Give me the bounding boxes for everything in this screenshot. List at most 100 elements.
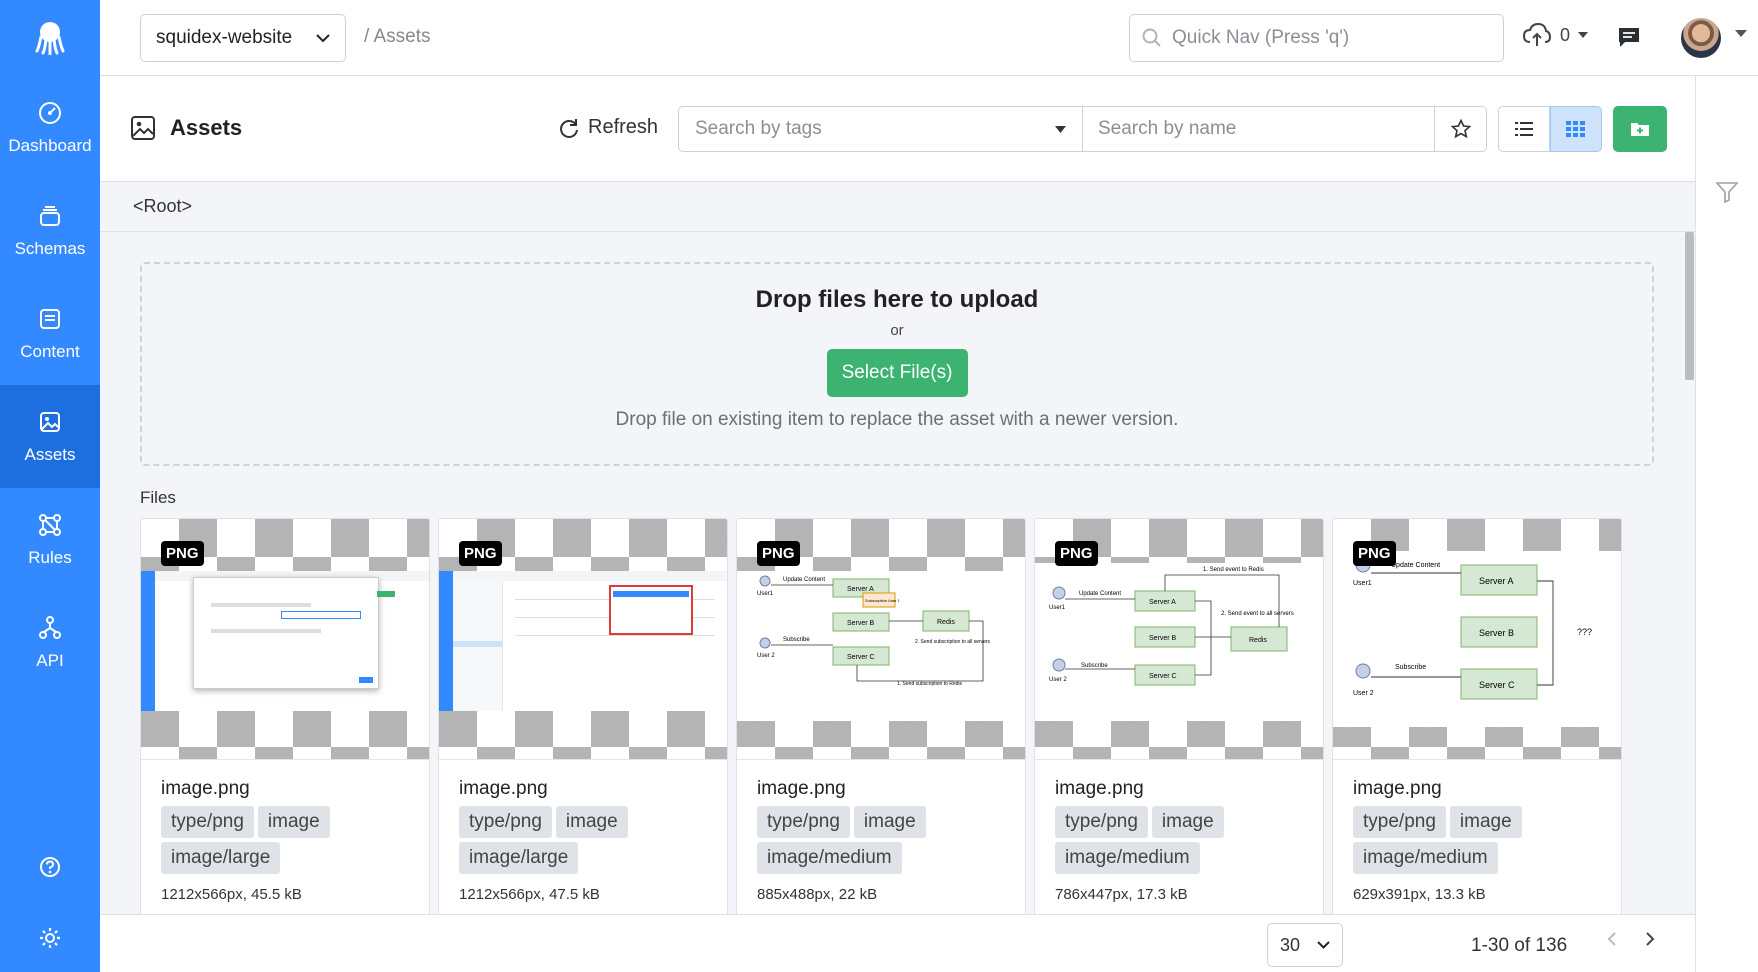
sidebar-item-label: Rules	[28, 547, 72, 567]
asset-meta: 629x391px, 13.3 kB	[1353, 886, 1486, 903]
refresh-button[interactable]: Refresh	[558, 116, 658, 139]
help-button[interactable]	[0, 856, 100, 878]
asset-tag: image/large	[459, 842, 579, 874]
settings-button[interactable]	[0, 926, 100, 950]
asset-file-name: image.png	[757, 778, 846, 799]
filter-button[interactable]	[1716, 181, 1738, 203]
asset-tags: type/png image image/large	[459, 806, 709, 874]
sidebar-item-content[interactable]: Content	[0, 282, 100, 385]
api-icon	[39, 615, 61, 639]
asset-card[interactable]: PNG image.png type/png image image/large…	[140, 518, 430, 914]
svg-text:Server C: Server C	[847, 654, 875, 661]
caret-down-icon	[1578, 32, 1589, 38]
dropzone-title: Drop files here to upload	[755, 286, 1039, 313]
asset-meta: 885x488px, 22 kB	[757, 886, 878, 903]
asset-thumbnail[interactable]: 1. Send event to Redis User1 Update Cont…	[1035, 519, 1323, 760]
asset-thumbnail[interactable]: User1 Update Content Server A Subscripti…	[737, 519, 1025, 760]
sidebar-item-api[interactable]: API	[0, 591, 100, 694]
svg-text:User1: User1	[1353, 580, 1372, 587]
svg-text:Subscribe: Subscribe	[783, 637, 810, 643]
asset-tag: type/png	[1055, 806, 1148, 838]
svg-text:Subscribe: Subscribe	[1081, 663, 1108, 669]
file-type-badge: PNG	[1353, 541, 1396, 566]
saved-queries-button[interactable]	[1435, 106, 1487, 152]
sidebar-item-label: Assets	[24, 444, 76, 464]
upload-status-button[interactable]: 0	[1522, 22, 1589, 48]
assets-icon	[40, 411, 60, 432]
caret-down-icon	[1055, 125, 1066, 133]
add-folder-button[interactable]	[1613, 106, 1667, 152]
svg-text:???: ???	[1577, 627, 1592, 637]
folder-plus-icon	[1631, 123, 1649, 136]
asset-tag: image/medium	[1353, 842, 1498, 874]
quick-nav-input[interactable]: Quick Nav (Press 'q')	[1129, 14, 1504, 62]
svg-text:Server B: Server B	[1149, 635, 1177, 642]
svg-text:User 2: User 2	[1353, 690, 1374, 697]
asset-meta: 1212x566px, 45.5 kB	[161, 886, 302, 903]
asset-card[interactable]: PNG image.png type/png image image/large…	[438, 518, 728, 914]
help-icon	[40, 857, 60, 877]
notifications-button[interactable]	[1617, 26, 1641, 48]
asset-card[interactable]: 1. Send event to Redis User1 Update Cont…	[1034, 518, 1324, 914]
sidebar-item-assets[interactable]: Assets	[0, 385, 100, 488]
app-name: squidex-website	[156, 27, 293, 48]
sidebar-item-label: API	[36, 650, 64, 670]
breadcrumb[interactable]: / Assets	[364, 26, 431, 48]
svg-text:Redis: Redis	[1249, 637, 1267, 644]
previous-page-button[interactable]	[1607, 931, 1617, 947]
svg-text:Update Content: Update Content	[1079, 591, 1121, 597]
grid-icon	[1566, 121, 1585, 137]
asset-tags: type/png image image/medium	[1055, 806, 1305, 874]
asset-card[interactable]: User1 Update Content Server A Server B ?…	[1332, 518, 1622, 914]
page-title: Assets	[130, 115, 242, 141]
content-icon	[40, 308, 60, 329]
avatar[interactable]	[1681, 18, 1721, 58]
diagram-preview: User1 Update Content Server A Server B ?…	[1333, 551, 1621, 727]
svg-text:Server C: Server C	[1479, 680, 1515, 690]
search-tags-input[interactable]: Search by tags	[678, 106, 1083, 152]
assets-content[interactable]: Drop files here to upload or Select File…	[100, 232, 1695, 914]
asset-card[interactable]: User1 Update Content Server A Subscripti…	[736, 518, 1026, 914]
rules-icon	[39, 513, 61, 536]
page-size-select[interactable]: 30	[1267, 923, 1343, 967]
asset-thumbnail[interactable]: User1 Update Content Server A Server B ?…	[1333, 519, 1621, 760]
asset-tag: image	[1449, 806, 1522, 838]
asset-tags: type/png image image/medium	[757, 806, 1007, 874]
svg-text:2. Send event to all servers: 2. Send event to all servers	[1221, 611, 1294, 617]
profile-menu-toggle[interactable]	[1735, 30, 1747, 37]
svg-text:Server A: Server A	[1149, 599, 1176, 606]
upload-dropzone[interactable]: Drop files here to upload or Select File…	[140, 262, 1654, 466]
squidex-logo[interactable]	[0, 0, 100, 76]
sidebar-item-dashboard[interactable]: Dashboard	[0, 76, 100, 179]
search-name-input[interactable]: Search by name	[1083, 106, 1435, 152]
app-selector[interactable]: squidex-website	[140, 14, 346, 62]
asset-thumbnail[interactable]: PNG	[141, 519, 429, 760]
select-files-button[interactable]: Select File(s)	[826, 349, 968, 397]
page-size-value: 30	[1280, 934, 1301, 955]
screenshot-preview	[141, 571, 429, 711]
svg-text:User 2: User 2	[757, 653, 775, 659]
cloud-upload-icon	[1522, 22, 1552, 46]
diagram-preview: 1. Send event to Redis User1 Update Cont…	[1035, 563, 1323, 721]
gear-icon	[40, 928, 60, 948]
root-folder-link[interactable]: <Root>	[133, 196, 192, 217]
sidebar-item-schemas[interactable]: Schemas	[0, 179, 100, 282]
svg-text:1. Send event to Redis: 1. Send event to Redis	[1203, 567, 1264, 573]
asset-thumbnail[interactable]: PNG	[439, 519, 727, 760]
grid-view-toggle[interactable]	[1550, 106, 1602, 152]
next-page-button[interactable]	[1645, 931, 1655, 947]
list-view-toggle[interactable]	[1498, 106, 1550, 152]
chevron-down-icon	[1317, 941, 1330, 949]
folder-path: <Root>	[100, 182, 1695, 232]
refresh-label: Refresh	[588, 116, 659, 138]
diagram-preview: User1 Update Content Server A Subscripti…	[737, 571, 1025, 721]
scrollbar[interactable]	[1685, 232, 1694, 380]
svg-text:Server B: Server B	[847, 620, 875, 627]
svg-text:Server A: Server A	[847, 586, 874, 593]
file-type-badge: PNG	[757, 541, 800, 566]
asset-file-name: image.png	[459, 778, 548, 799]
sidebar-item-rules[interactable]: Rules	[0, 488, 100, 591]
asset-tag: image/large	[161, 842, 281, 874]
svg-text:User1: User1	[757, 591, 774, 597]
search-tags-placeholder: Search by tags	[695, 118, 822, 139]
